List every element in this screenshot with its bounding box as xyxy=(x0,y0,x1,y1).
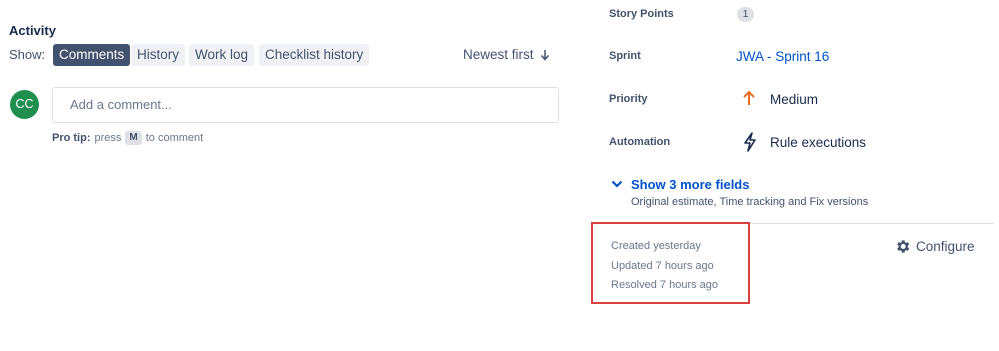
gear-icon xyxy=(897,240,910,253)
arrow-down-icon xyxy=(540,49,549,61)
rule-executions-link[interactable]: Rule executions xyxy=(770,135,866,150)
show-more-fields-button[interactable]: Show 3 more fields xyxy=(631,177,749,192)
activity-title: Activity xyxy=(9,23,56,38)
priority-value[interactable]: Medium xyxy=(770,92,818,107)
sort-order-button[interactable]: Newest first xyxy=(463,47,550,62)
more-fields-description: Original estimate, Time tracking and Fix… xyxy=(631,196,869,208)
sprint-link[interactable]: JWA - Sprint 16 xyxy=(736,49,829,64)
sort-order-label: Newest first xyxy=(463,47,534,62)
tab-work-log[interactable]: Work log xyxy=(189,44,255,66)
show-label: Show: xyxy=(9,47,46,62)
comment-input[interactable]: Add a comment... xyxy=(52,87,559,123)
lightning-bolt-icon xyxy=(744,132,756,152)
priority-label: Priority xyxy=(609,93,648,105)
created-timestamp: Created yesterday xyxy=(611,240,701,252)
keyboard-shortcut-badge: M xyxy=(125,131,142,145)
tab-history[interactable]: History xyxy=(131,44,186,66)
story-points-label: Story Points xyxy=(609,8,674,20)
pro-tip-text-pre: press xyxy=(94,132,122,144)
configure-label: Configure xyxy=(916,239,975,254)
chevron-down-icon[interactable] xyxy=(611,179,623,189)
pro-tip: Pro tip: press M to comment xyxy=(52,131,203,145)
pro-tip-text-post: to comment xyxy=(145,132,204,144)
pro-tip-label: Pro tip: xyxy=(52,132,91,144)
configure-button[interactable]: Configure xyxy=(894,238,975,255)
tab-comments[interactable]: Comments xyxy=(53,44,131,66)
story-points-value[interactable]: 1 xyxy=(737,7,754,22)
automation-label: Automation xyxy=(609,136,671,148)
avatar: CC xyxy=(10,90,39,119)
updated-timestamp: Updated 7 hours ago xyxy=(611,260,714,272)
sprint-label: Sprint xyxy=(609,50,641,62)
arrow-up-icon xyxy=(743,90,755,105)
tab-checklist-history[interactable]: Checklist history xyxy=(259,44,370,66)
resolved-timestamp: Resolved 7 hours ago xyxy=(611,279,719,291)
